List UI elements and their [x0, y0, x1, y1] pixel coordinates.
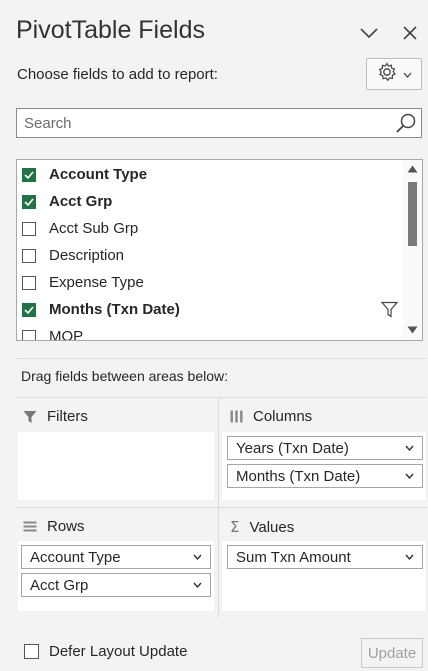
field-label: Expense Type: [49, 274, 144, 291]
values-field-pill[interactable]: Sum Txn Amount: [227, 545, 423, 569]
filter-icon: [23, 410, 37, 424]
sigma-icon: Σ: [230, 518, 240, 536]
field-item[interactable]: Expense Type: [17, 269, 402, 296]
search-box[interactable]: [16, 108, 422, 138]
chevron-down-icon[interactable]: [358, 22, 380, 44]
field-label: Acct Grp: [49, 193, 113, 210]
chevron-down-icon: [193, 554, 202, 560]
update-button[interactable]: Update: [361, 638, 423, 668]
section-divider: [16, 358, 426, 359]
filters-drop-area[interactable]: [18, 432, 214, 500]
panel-title: PivotTable Fields: [16, 16, 205, 44]
field-label: MOP: [49, 328, 84, 341]
rows-field-pill[interactable]: Account Type: [21, 545, 211, 569]
filters-area-header: Filters: [23, 408, 88, 425]
defer-label: Defer Layout Update: [49, 643, 188, 660]
defer-checkbox[interactable]: [24, 644, 39, 659]
field-label: Description: [49, 247, 125, 264]
gear-icon: [377, 61, 397, 87]
drag-fields-label: Drag fields between areas below:: [21, 368, 229, 384]
chevron-down-icon: [405, 554, 414, 560]
pill-label: Months (Txn Date): [236, 467, 361, 485]
rows-area-header: Rows: [23, 518, 85, 535]
field-item[interactable]: Acct Grp: [17, 188, 402, 215]
pill-label: Sum Txn Amount: [236, 548, 351, 566]
close-icon[interactable]: [399, 22, 421, 44]
columns-field-pill[interactable]: Years (Txn Date): [227, 436, 423, 460]
columns-icon: [230, 410, 243, 423]
checkbox[interactable]: [22, 329, 36, 340]
checkbox-checked[interactable]: [22, 167, 36, 182]
pill-label: Years (Txn Date): [236, 439, 349, 457]
filter-icon[interactable]: [381, 301, 398, 318]
field-item[interactable]: Months (Txn Date): [17, 296, 402, 323]
columns-label: Columns: [253, 408, 313, 425]
chevron-down-icon: [193, 582, 202, 588]
field-item[interactable]: MOP: [17, 323, 402, 341]
areas-top-border: [16, 397, 426, 398]
scroll-thumb[interactable]: [408, 182, 417, 246]
checkbox-checked[interactable]: [22, 194, 36, 209]
rows-drop-area[interactable]: Account Type Acct Grp: [18, 541, 214, 611]
rows-field-pill[interactable]: Acct Grp: [21, 573, 211, 597]
chevron-down-icon: [403, 65, 412, 83]
field-label: Acct Sub Grp: [49, 220, 139, 237]
values-drop-area[interactable]: Sum Txn Amount: [222, 541, 426, 611]
checkbox[interactable]: [22, 248, 36, 263]
checkbox[interactable]: [22, 275, 36, 290]
checkbox-checked[interactable]: [22, 302, 36, 317]
search-input[interactable]: [17, 113, 395, 133]
columns-field-pill[interactable]: Months (Txn Date): [227, 464, 423, 488]
field-item[interactable]: Acct Sub Grp: [17, 215, 402, 242]
rows-label: Rows: [47, 518, 85, 535]
search-icon[interactable]: [395, 112, 417, 134]
field-list-scrollbar[interactable]: [402, 160, 422, 340]
filters-label: Filters: [47, 408, 88, 425]
field-settings-button[interactable]: [366, 58, 422, 90]
values-label: Values: [249, 518, 295, 536]
scroll-up-arrow-icon[interactable]: [407, 165, 418, 173]
field-label: Months (Txn Date): [49, 301, 180, 318]
field-item[interactable]: Account Type: [17, 161, 402, 188]
rows-icon: [23, 521, 37, 532]
chevron-down-icon: [405, 445, 414, 451]
areas-middle-border: [16, 507, 426, 508]
scroll-down-arrow-icon[interactable]: [407, 326, 418, 334]
field-item[interactable]: Description: [17, 242, 402, 269]
field-list: Account Type Acct Grp Acct Sub Grp Descr…: [16, 159, 423, 341]
columns-area-header: Columns: [230, 408, 312, 425]
pill-label: Account Type: [30, 548, 121, 566]
choose-fields-label: Choose fields to add to report:: [17, 66, 218, 83]
pill-label: Acct Grp: [30, 576, 89, 594]
field-label: Account Type: [49, 166, 148, 183]
checkbox[interactable]: [22, 221, 36, 236]
chevron-down-icon: [405, 473, 414, 479]
defer-layout-update[interactable]: Defer Layout Update: [24, 643, 187, 660]
values-area-header: Σ Values: [230, 518, 294, 536]
columns-drop-area[interactable]: Years (Txn Date) Months (Txn Date): [222, 432, 426, 500]
